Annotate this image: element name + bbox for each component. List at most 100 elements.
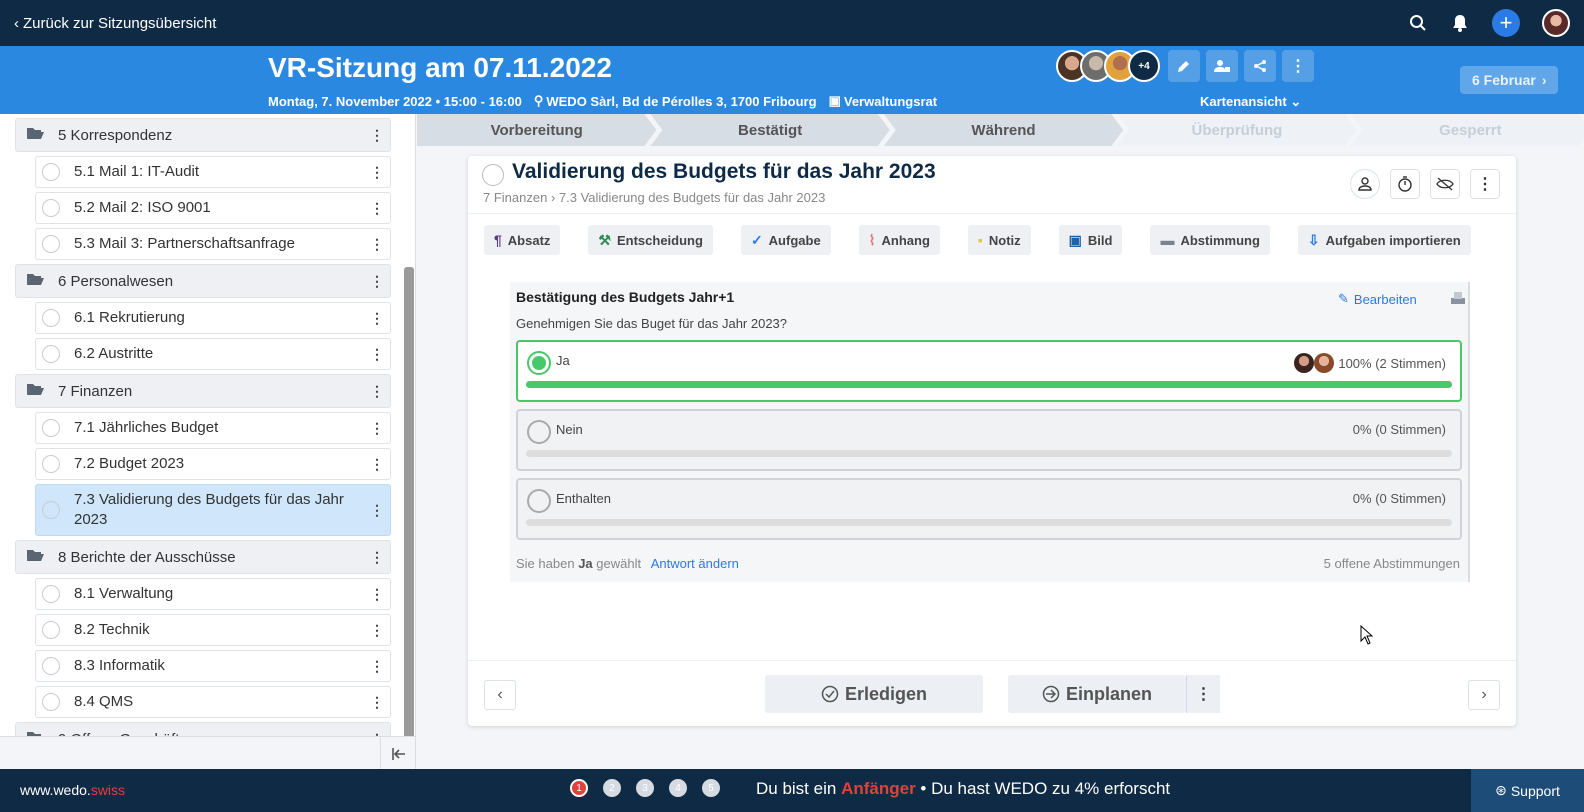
agenda-item[interactable]: 5.3 Mail 3: Partnerschaftsanfrage ⋮ (35, 228, 391, 260)
manage-users-button[interactable] (1206, 50, 1238, 82)
ballot-box-icon[interactable] (1450, 291, 1466, 310)
vertical-dots-icon[interactable]: ⋮ (370, 549, 384, 566)
next-meeting-button[interactable]: 6 Februar › (1460, 66, 1559, 94)
agenda-item[interactable]: 8.4 QMS ⋮ (35, 686, 391, 718)
vote-option[interactable]: Enthalten 0% (0 Stimmen) (516, 478, 1462, 540)
status-circle[interactable] (42, 345, 60, 363)
status-circle[interactable] (42, 309, 60, 327)
vertical-dots-icon[interactable]: ⋮ (370, 346, 384, 363)
status-circle[interactable] (42, 199, 60, 217)
more-participants-badge[interactable]: +4 (1128, 50, 1160, 82)
item-more-button[interactable]: ⋮ (1470, 169, 1500, 199)
back-to-overview-link[interactable]: ‹ Zurück zur Sitzungsübersicht (14, 15, 216, 32)
vertical-dots-icon[interactable]: ⋮ (370, 383, 384, 400)
schedule-more-button[interactable]: ⋮ (1186, 675, 1220, 713)
agenda-item[interactable]: 5.2 Mail 2: ISO 9001 ⋮ (35, 192, 391, 224)
status-circle[interactable] (42, 235, 60, 253)
add-notiz-button[interactable]: ▪ Notiz (967, 225, 1031, 255)
brand-link[interactable]: www.wedo.swiss (20, 782, 125, 798)
sidebar-scrollbar[interactable] (404, 267, 414, 759)
add-aufgabe-button[interactable]: ✓ Aufgabe (740, 225, 831, 255)
vertical-dots-icon[interactable]: ⋮ (370, 236, 384, 253)
edit-vote-link[interactable]: ✎ Bearbeiten (1338, 291, 1417, 307)
phase-step[interactable]: Während (884, 114, 1123, 146)
vertical-dots-icon[interactable]: ⋮ (370, 200, 384, 217)
vertical-dots-icon[interactable]: ⋮ (370, 310, 384, 327)
vertical-dots-icon[interactable]: ⋮ (370, 622, 384, 639)
vertical-dots-icon[interactable]: ⋮ (370, 694, 384, 711)
breadcrumb-parent[interactable]: 7 Finanzen (483, 190, 547, 205)
board[interactable]: ▣ Verwaltungsrat (829, 93, 938, 109)
mark-done-button[interactable]: Erledigen (765, 675, 983, 713)
radio-button[interactable] (527, 351, 551, 375)
add-entscheidung-button[interactable]: ⚒ Entscheidung (588, 225, 713, 255)
add-abstimmung-button[interactable]: ▬ Abstimmung (1150, 225, 1270, 255)
agenda-item[interactable]: 8.1 Verwaltung ⋮ (35, 578, 391, 610)
phase-step[interactable]: Bestätigt (650, 114, 889, 146)
add-absatz-button[interactable]: ¶ Absatz (484, 225, 561, 255)
add-bild-button[interactable]: ▣ Bild (1058, 225, 1123, 255)
vertical-dots-icon[interactable]: ⋮ (370, 420, 384, 437)
agenda-item[interactable]: 7.1 Jährliches Budget ⋮ (35, 412, 391, 444)
radio-button[interactable] (527, 420, 551, 444)
agenda-item[interactable]: 7.3 Validierung des Budgets für das Jahr… (35, 484, 391, 536)
agenda-section[interactable]: 5 Korrespondenz ⋮ (15, 118, 391, 152)
onboarding-step[interactable]: 3 (636, 779, 654, 797)
support-button[interactable]: ⊛ Support (1471, 769, 1584, 812)
image-icon: ▣ (1068, 231, 1082, 248)
agenda-item[interactable]: 6.2 Austritte ⋮ (35, 338, 391, 370)
vertical-dots-icon[interactable]: ⋮ (370, 658, 384, 675)
status-circle[interactable] (42, 163, 60, 181)
vertical-dots-icon[interactable]: ⋮ (370, 456, 384, 473)
timer-button[interactable] (1390, 169, 1420, 199)
participants[interactable]: +4 (1056, 50, 1160, 82)
vertical-dots-icon[interactable]: ⋮ (370, 586, 384, 603)
status-circle[interactable] (42, 585, 60, 603)
status-circle[interactable] (42, 455, 60, 473)
search-icon[interactable] (1408, 13, 1428, 33)
vertical-dots-icon[interactable]: ⋮ (370, 164, 384, 181)
onboarding-step[interactable]: 1 (570, 779, 588, 797)
agenda-item[interactable]: 6.1 Rekrutierung ⋮ (35, 302, 391, 334)
hide-item-button[interactable] (1430, 169, 1460, 199)
vote-option[interactable]: Ja 100% (2 Stimmen) (516, 340, 1462, 402)
agenda-section[interactable]: 8 Berichte der Ausschüsse ⋮ (15, 540, 391, 574)
vertical-dots-icon[interactable]: ⋮ (370, 127, 384, 144)
assign-user-button[interactable] (1350, 169, 1380, 199)
status-circle[interactable] (42, 657, 60, 675)
next-item-button[interactable]: › (1468, 680, 1500, 710)
status-circle[interactable] (42, 501, 60, 519)
edit-button[interactable] (1168, 50, 1200, 82)
status-circle[interactable] (42, 419, 60, 437)
change-answer-link[interactable]: Antwort ändern (651, 556, 739, 571)
agenda-item[interactable]: 5.1 Mail 1: IT-Audit ⋮ (35, 156, 391, 188)
vote-option[interactable]: Nein 0% (0 Stimmen) (516, 409, 1462, 471)
vertical-dots-icon[interactable]: ⋮ (370, 502, 384, 519)
status-circle[interactable] (42, 621, 60, 639)
open-votes-count[interactable]: 5 offene Abstimmungen (1324, 556, 1460, 571)
bell-icon[interactable] (1450, 13, 1470, 33)
schedule-button[interactable]: Einplanen (1008, 675, 1186, 713)
complete-checkbox[interactable] (482, 164, 504, 186)
more-options-button[interactable]: ⋮ (1282, 50, 1314, 82)
user-avatar[interactable] (1542, 9, 1570, 37)
agenda-item[interactable]: 7.2 Budget 2023 ⋮ (35, 448, 391, 480)
agenda-section[interactable]: 7 Finanzen ⋮ (15, 374, 391, 408)
agenda-item[interactable]: 8.2 Technik ⋮ (35, 614, 391, 646)
vertical-dots-icon[interactable]: ⋮ (370, 273, 384, 290)
collapse-sidebar-button[interactable] (380, 737, 415, 769)
view-switcher[interactable]: Kartenansicht ⌄ (1200, 94, 1301, 110)
onboarding-step[interactable]: 2 (603, 779, 621, 797)
plus-icon[interactable]: + (1492, 9, 1520, 37)
onboarding-step[interactable]: 5 (702, 779, 720, 797)
share-button[interactable] (1244, 50, 1276, 82)
onboarding-step[interactable]: 4 (669, 779, 687, 797)
agenda-item[interactable]: 8.3 Informatik ⋮ (35, 650, 391, 682)
add-aufgaben-importieren-button[interactable]: ⇩ Aufgaben importieren (1297, 225, 1471, 255)
previous-item-button[interactable]: ‹ (484, 680, 516, 710)
radio-button[interactable] (527, 489, 551, 513)
status-circle[interactable] (42, 693, 60, 711)
add-anhang-button[interactable]: ⌇ Anhang (858, 225, 940, 255)
phase-step[interactable]: Vorbereitung (417, 114, 656, 146)
agenda-section[interactable]: 6 Personalwesen ⋮ (15, 264, 391, 298)
